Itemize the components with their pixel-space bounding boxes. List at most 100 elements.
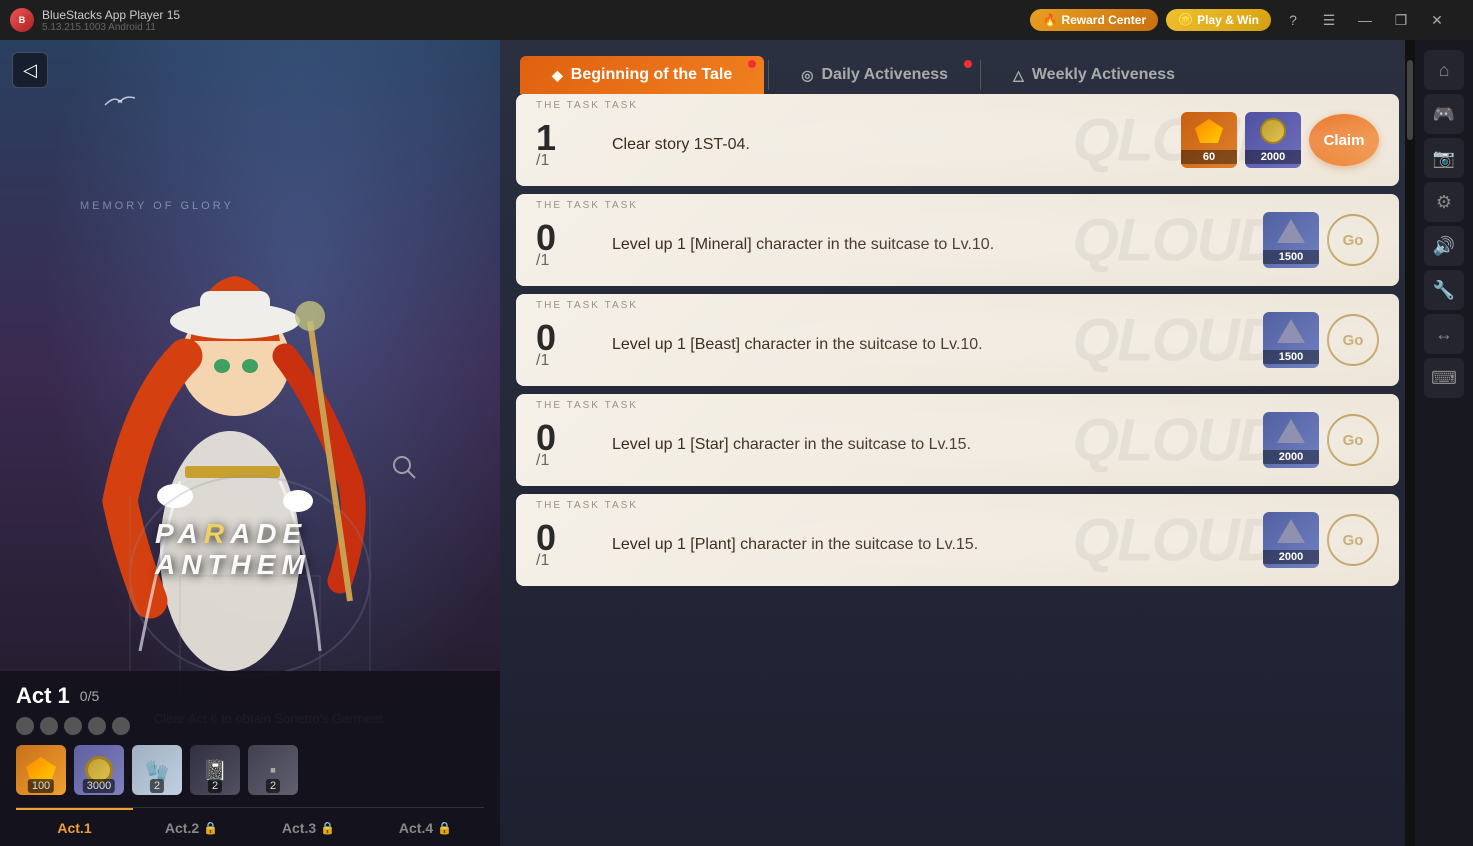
reward-item5: ▪ 2 [248,745,298,795]
tab-beginning-label: Beginning of the Tale [571,66,732,84]
tab-daily-icon: ◎ [801,67,813,84]
quest-rewards-5: 2000 Go [1263,512,1379,568]
lock-icon-4: 🔒 [437,821,452,835]
book-icon: 📓 2 [190,745,240,795]
reward-coin: 3000 [74,745,124,795]
tab-separator-1 [768,60,769,90]
task-label-3: THE TASK TASK [536,300,638,311]
quest-reward-coin-count-1: 2000 [1245,150,1301,164]
reward-book: 📓 2 [190,745,240,795]
coin-count: 3000 [83,779,115,793]
scroll-thumb[interactable] [1407,60,1413,140]
scrollbar[interactable] [1405,40,1415,846]
right-panel: ◆ Beginning of the Tale ◎ Daily Activene… [500,40,1415,846]
title-line2: ANTHEM [155,549,311,580]
quest-reward-tri-count-3: 1500 [1263,350,1319,364]
act-tab-3[interactable]: Act.3 🔒 [250,808,367,846]
act-dot-5 [112,717,130,735]
tab-beginning[interactable]: ◆ Beginning of the Tale [520,56,764,94]
bird-decoration [100,90,140,125]
close-button[interactable]: ✕ [1423,6,1451,34]
act-tab-2[interactable]: Act.2 🔒 [133,808,250,846]
quest-current-1: 1 [536,120,556,156]
game-title: PARADE ANTHEM [155,519,311,581]
act-tabs: Act.1 Act.2 🔒 Act.3 🔒 Act.4 🔒 [16,807,484,846]
maximize-button[interactable]: ❐ [1387,6,1415,34]
reward-glove: 🧤 2 [132,745,182,795]
quest-current-5: 0 [536,520,556,556]
quest-total-1: /1 [536,152,549,170]
go-button-2[interactable]: Go [1327,214,1379,266]
coin-icon: 3000 [74,745,124,795]
quest-counter-5: 0 /1 [536,510,596,570]
go-button-4[interactable]: Go [1327,414,1379,466]
go-button-5[interactable]: Go [1327,514,1379,566]
tab-daily-label: Daily Activeness [821,66,948,84]
act-tab-4-label: Act.4 [399,820,433,836]
sidebar-icon-resize[interactable]: ↔ [1424,314,1464,354]
item5-icon: ▪ 2 [248,745,298,795]
quest-item-5: QLOUD THE TASK TASK 0 /1 Level up 1 [Pla… [516,494,1399,586]
sidebar-icon-volume[interactable]: 🔊 [1424,226,1464,266]
tab-weekly[interactable]: △ Weekly Activeness [985,56,1203,94]
item5-count: 2 [266,779,280,793]
quest-desc-5: Level up 1 [Plant] character in the suit… [612,524,1247,556]
quest-total-4: /1 [536,452,549,470]
go-button-3[interactable]: Go [1327,314,1379,366]
minimize-button[interactable]: — [1351,6,1379,34]
coin-icon: 🪙 [1178,13,1193,27]
glove-count: 2 [150,779,164,793]
quest-current-4: 0 [536,420,556,456]
task-label-2: THE TASK TASK [536,200,638,211]
act-tab-2-label: Act.2 [165,820,199,836]
tab-separator-2 [980,60,981,90]
quest-reward-tri-3: 1500 [1263,312,1319,368]
title-line1: PARADE [155,518,307,549]
app-icon: B [10,8,34,32]
magnifier-icon[interactable] [390,453,418,486]
tab-daily[interactable]: ◎ Daily Activeness [773,56,976,94]
sidebar-icon-gamepad[interactable]: 🎮 [1424,94,1464,134]
sidebar-icon-home[interactable]: ⌂ [1424,50,1464,90]
quest-reward-tri-count-4: 2000 [1263,450,1319,464]
help-button[interactable]: ? [1279,6,1307,34]
claim-button-1[interactable]: Claim [1309,114,1379,166]
play-win-button[interactable]: 🪙 Play & Win [1166,9,1271,31]
sidebar-icon-settings[interactable]: ⚙ [1424,182,1464,222]
act-dot-4 [88,717,106,735]
act-dot-2 [40,717,58,735]
act-tab-1[interactable]: Act.1 [16,808,133,846]
act-dot-3 [64,717,82,735]
act-progress: 0/5 [80,688,99,704]
quest-counter-2: 0 /1 [536,210,596,270]
triangle-quest4 [1277,419,1305,443]
titlebar: B BlueStacks App Player 15 5.13.215.1003… [0,0,1473,40]
quest-counter-3: 0 /1 [536,310,596,370]
reward-center-button[interactable]: 🔥 Reward Center [1030,9,1158,31]
act-tab-4[interactable]: Act.4 🔒 [367,808,484,846]
sidebar-icon-keyboard[interactable]: ⌨ [1424,358,1464,398]
task-label-5: THE TASK TASK [536,500,638,511]
quest-total-3: /1 [536,352,549,370]
tab-beginning-notification [748,60,756,68]
quest-desc-3: Level up 1 [Beast] character in the suit… [612,324,1247,356]
reward-amber: 100 [16,745,66,795]
quest-rewards-3: 1500 Go [1263,312,1379,368]
app-version: 5.13.215.1003 Android 11 [42,22,180,33]
quest-desc-4: Level up 1 [Star] character in the suitc… [612,424,1247,456]
quest-rewards-1: 60 2000 Claim [1181,112,1379,168]
act-panel: Act 1 0/5 100 [0,671,500,846]
amber-gem-quest1 [1195,119,1223,143]
tab-beginning-icon: ◆ [552,67,563,84]
sidebar-icon-tool[interactable]: 🔧 [1424,270,1464,310]
amber-icon: 100 [16,745,66,795]
quest-reward-coin-1: 2000 [1245,112,1301,168]
quest-reward-tri-count-5: 2000 [1263,550,1319,564]
sidebar-icon-camera[interactable]: 📷 [1424,138,1464,178]
triangle-quest5 [1277,519,1305,543]
menu-button[interactable]: ☰ [1315,6,1343,34]
back-button[interactable]: ◁ [12,52,48,88]
quest-item-1: QLOUD THE TASK TASK 1 /1 Clear story 1ST… [516,94,1399,186]
triangle-quest3 [1277,319,1305,343]
act-tab-1-label: Act.1 [57,820,91,836]
